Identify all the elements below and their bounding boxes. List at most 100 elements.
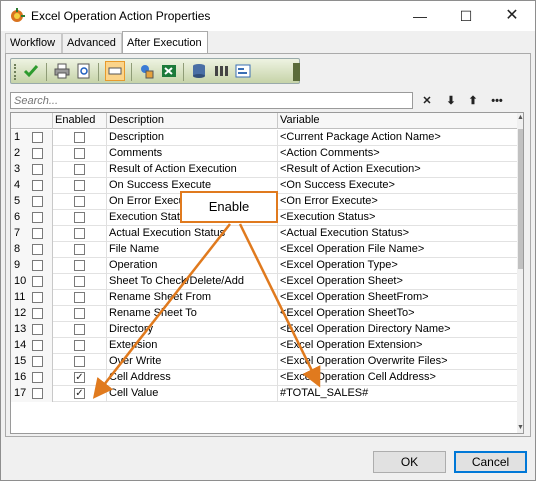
enabled-checkbox[interactable] <box>74 180 85 191</box>
description-cell[interactable]: Extension <box>107 338 278 354</box>
enabled-checkbox[interactable] <box>74 228 85 239</box>
enabled-checkbox[interactable]: ✓ <box>74 388 85 399</box>
table-row[interactable]: 15 Over Write <Excel Operation Overwrite F… <box>11 354 517 370</box>
scroll-up-icon[interactable]: ▲ <box>517 113 523 123</box>
minimize-button[interactable]: — <box>397 1 443 31</box>
variable-cell[interactable]: <Excel Operation SheetFrom> <box>278 290 517 306</box>
description-cell[interactable]: Description <box>107 130 278 146</box>
more-options-icon[interactable]: ••• <box>488 92 506 110</box>
arrow-up-icon[interactable]: ⬆ <box>464 92 482 110</box>
table-row[interactable]: 10 Sheet To Check/Delete/Add <Excel Operat… <box>11 274 517 290</box>
variable-cell[interactable]: <Result of Action Execution> <box>278 162 517 178</box>
description-cell[interactable]: Rename Sheet From <box>107 290 278 306</box>
description-cell[interactable]: Comments <box>107 146 278 162</box>
checkmark-icon[interactable] <box>21 61 41 81</box>
row-select-checkbox[interactable] <box>32 196 43 207</box>
header-enabled[interactable]: Enabled <box>53 113 107 129</box>
row-select-checkbox[interactable] <box>32 292 43 303</box>
columns-icon[interactable] <box>211 61 231 81</box>
variable-cell[interactable]: <Excel Operation Extension> <box>278 338 517 354</box>
enabled-checkbox[interactable] <box>74 260 85 271</box>
variable-cell[interactable]: <Excel Operation Cell Address> <box>278 370 517 386</box>
description-cell[interactable]: Over Write <box>107 354 278 370</box>
table-row[interactable]: 2 Comments <Action Comments> <box>11 146 517 162</box>
variable-cell[interactable]: <On Error Execute> <box>278 194 517 210</box>
enabled-checkbox[interactable] <box>74 340 85 351</box>
row-select-checkbox[interactable] <box>32 148 43 159</box>
variable-cell[interactable]: <Actual Execution Status> <box>278 226 517 242</box>
row-select-checkbox[interactable] <box>32 372 43 383</box>
row-select-checkbox[interactable] <box>32 308 43 319</box>
description-cell[interactable]: Sheet To Check/Delete/Add <box>107 274 278 290</box>
variable-cell[interactable]: <Excel Operation SheetTo> <box>278 306 517 322</box>
description-cell[interactable]: Operation <box>107 258 278 274</box>
table-row[interactable]: 12 Rename Sheet To <Excel Operation SheetT… <box>11 306 517 322</box>
row-select-checkbox[interactable] <box>32 388 43 399</box>
description-cell[interactable]: File Name <box>107 242 278 258</box>
enabled-checkbox[interactable] <box>74 244 85 255</box>
scroll-down-icon[interactable]: ▼ <box>517 423 523 433</box>
header-description[interactable]: Description <box>107 113 278 129</box>
vertical-scrollbar[interactable]: ▲ ▼ <box>517 113 523 433</box>
variable-cell[interactable]: <Current Package Action Name> <box>278 130 517 146</box>
field-chooser-icon[interactable] <box>105 61 125 81</box>
enabled-checkbox[interactable] <box>74 356 85 367</box>
toolbar-options-icon[interactable] <box>293 63 300 81</box>
row-select-checkbox[interactable] <box>32 356 43 367</box>
print-icon[interactable] <box>52 61 72 81</box>
table-row[interactable]: 3 Result of Action Execution <Result of Ac… <box>11 162 517 178</box>
table-row[interactable]: 8 File Name <Excel Operation File Name> <box>11 242 517 258</box>
table-row[interactable]: 1 Description <Current Package Action Name… <box>11 130 517 146</box>
description-cell[interactable]: Result of Action Execution <box>107 162 278 178</box>
row-select-checkbox[interactable] <box>32 340 43 351</box>
variable-cell[interactable]: <Excel Operation Sheet> <box>278 274 517 290</box>
excel-icon[interactable] <box>159 61 179 81</box>
description-cell[interactable]: Actual Execution Status <box>107 226 278 242</box>
description-cell[interactable]: Cell Value <box>107 386 278 402</box>
row-select-checkbox[interactable] <box>32 324 43 335</box>
enabled-checkbox[interactable] <box>74 164 85 175</box>
search-input[interactable] <box>11 93 412 108</box>
close-button[interactable]: ✕ <box>489 1 535 31</box>
row-select-checkbox[interactable] <box>32 132 43 143</box>
tab-advanced[interactable]: Advanced <box>62 33 122 53</box>
enabled-checkbox[interactable]: ✓ <box>74 372 85 383</box>
enabled-checkbox[interactable] <box>74 292 85 303</box>
table-row[interactable]: 7 Actual Execution Status <Actual Executio… <box>11 226 517 242</box>
row-select-checkbox[interactable] <box>32 244 43 255</box>
table-row[interactable]: 17 ✓ Cell Value #TOTAL_SALES# <box>11 386 517 402</box>
ok-button[interactable]: OK <box>373 451 446 473</box>
cancel-button[interactable]: Cancel <box>454 451 527 473</box>
row-select-checkbox[interactable] <box>32 260 43 271</box>
enabled-checkbox[interactable] <box>74 148 85 159</box>
table-row[interactable]: 13 Directory <Excel Operation Directory Na… <box>11 322 517 338</box>
row-select-checkbox[interactable] <box>32 228 43 239</box>
variable-cell[interactable]: <Execution Status> <box>278 210 517 226</box>
enabled-checkbox[interactable] <box>74 132 85 143</box>
database-icon[interactable] <box>189 61 209 81</box>
variable-icon[interactable] <box>137 61 157 81</box>
description-cell[interactable]: Directory <box>107 322 278 338</box>
clear-search-icon[interactable]: ✕ <box>418 92 436 110</box>
tab-after-execution[interactable]: After Execution <box>122 31 208 53</box>
print-preview-icon[interactable] <box>74 61 94 81</box>
row-select-checkbox[interactable] <box>32 180 43 191</box>
search-field[interactable] <box>10 92 413 109</box>
description-cell[interactable]: Cell Address <box>107 370 278 386</box>
row-select-checkbox[interactable] <box>32 276 43 287</box>
enabled-checkbox[interactable] <box>74 196 85 207</box>
arrow-down-icon[interactable]: ⬇ <box>442 92 460 110</box>
toolbar-grip[interactable] <box>14 64 17 80</box>
variable-cell[interactable]: <On Success Execute> <box>278 178 517 194</box>
row-select-checkbox[interactable] <box>32 164 43 175</box>
table-row[interactable]: 11 Rename Sheet From <Excel Operation Shee… <box>11 290 517 306</box>
header-variable[interactable]: Variable <box>278 113 517 129</box>
variable-cell[interactable]: #TOTAL_SALES# <box>278 386 517 402</box>
variable-cell[interactable]: <Excel Operation Directory Name> <box>278 322 517 338</box>
table-row[interactable]: 9 Operation <Excel Operation Type> <box>11 258 517 274</box>
variable-cell[interactable]: <Excel Operation File Name> <box>278 242 517 258</box>
enabled-checkbox[interactable] <box>74 308 85 319</box>
maximize-button[interactable]: ☐ <box>443 1 489 31</box>
tab-workflow[interactable]: Workflow <box>5 33 62 53</box>
row-select-checkbox[interactable] <box>32 212 43 223</box>
